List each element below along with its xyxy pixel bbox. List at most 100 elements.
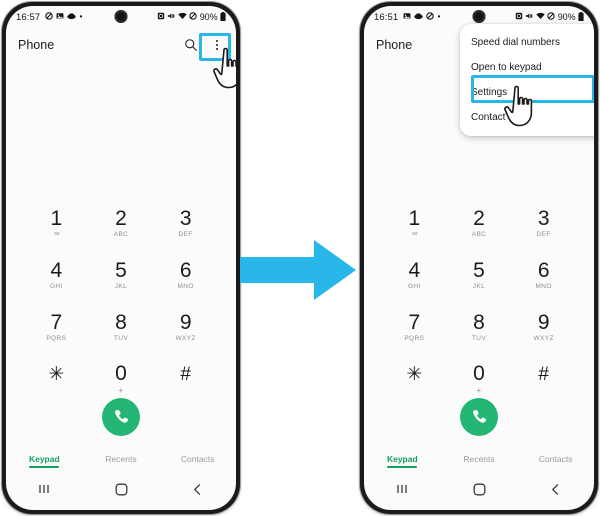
dot-icon [79, 12, 83, 22]
dialpad-key-number: 7 [408, 310, 421, 334]
back-nav-icon[interactable] [159, 483, 236, 496]
dialpad-key-6[interactable]: 6 MNO [511, 254, 576, 296]
dialpad-key-letters: ABC [471, 230, 487, 238]
dialpad-key-9[interactable]: 9 WXYZ [153, 306, 218, 348]
dialpad-key-star[interactable]: ✳ [382, 358, 447, 400]
dialpad-key-number: 7 [50, 310, 63, 334]
dialpad-key-8[interactable]: 8 TUV [447, 306, 512, 348]
wifi-icon [536, 12, 545, 22]
dialpad-key-letters: PQRS [404, 334, 425, 342]
status-time: 16:51 [374, 11, 399, 23]
dialpad-key-number: # [180, 363, 191, 385]
dialpad-key-letters: MNO [177, 282, 194, 290]
alarm-icon [515, 12, 523, 22]
page-title: Phone [18, 38, 55, 52]
dialpad-key-number: 5 [115, 258, 127, 282]
phone-left: 16:57 90% Phone 1 ∞ 2 ABC 3 DEF 4 GHI 5 … [2, 2, 240, 514]
dialpad-key-5[interactable]: 5 JKL [447, 254, 512, 296]
menu-item-speed-dial-numbers[interactable]: Speed dial numbers [460, 30, 594, 55]
front-camera-punch-hole [114, 10, 128, 23]
tab-recents[interactable]: Recents [441, 454, 518, 468]
recents-nav-icon[interactable] [364, 483, 441, 495]
cloud-icon [414, 12, 423, 22]
dialpad-key-8[interactable]: 8 TUV [89, 306, 154, 348]
dialpad: 1 ∞ 2 ABC 3 DEF 4 GHI 5 JKL 6 MNO 7 PQRS 8 TUV 9… [6, 202, 236, 400]
dialpad-key-4[interactable]: 4 GHI [24, 254, 89, 296]
dialpad-key-9[interactable]: 9 WXYZ [511, 306, 576, 348]
alarm-icon [157, 12, 165, 22]
phone-right-screen: 16:51 90% Phone Speed dial numbers Open … [364, 6, 594, 510]
dialpad-key-3[interactable]: 3 DEF [153, 202, 218, 244]
dialpad-key-letters: MNO [535, 282, 552, 290]
phone-handset-icon [115, 410, 129, 423]
phone-right: 16:51 90% Phone Speed dial numbers Open … [360, 2, 598, 514]
comparison-stage: 16:57 90% Phone 1 ∞ 2 ABC 3 DEF 4 GHI 5 … [0, 0, 600, 516]
dialpad-key-number: 4 [408, 258, 421, 282]
home-nav-icon[interactable] [83, 483, 160, 496]
dialpad-key-plus: + [118, 386, 124, 395]
dialpad-key-letters: WXYZ [175, 334, 196, 342]
dialpad-key-hash[interactable]: # [153, 358, 218, 400]
dnd-icon [426, 12, 435, 22]
voicemail-icon: ∞ [53, 229, 60, 238]
battery-icon [578, 11, 584, 23]
tab-contacts[interactable]: Contacts [159, 454, 236, 468]
dialpad-key-number: 4 [50, 258, 63, 282]
image-icon [56, 12, 64, 22]
dialpad-key-7[interactable]: 7 PQRS [24, 306, 89, 348]
phone-left-screen: 16:57 90% Phone 1 ∞ 2 ABC 3 DEF 4 GHI 5 … [6, 6, 236, 510]
search-icon[interactable] [184, 38, 198, 52]
page-title: Phone [376, 38, 413, 52]
dialpad-key-star[interactable]: ✳ [24, 358, 89, 400]
bottom-tabs: Keypad Recents Contacts [364, 454, 594, 468]
dialpad-key-number: 1 [408, 207, 421, 230]
dialpad-key-1[interactable]: 1 ∞ [382, 202, 447, 244]
system-nav-bar [6, 476, 236, 502]
dialpad-key-number: 8 [473, 310, 485, 334]
status-bar: 16:57 90% [6, 6, 236, 28]
dialpad-key-letters: JKL [114, 282, 128, 290]
dialpad-key-1[interactable]: 1 ∞ [24, 202, 89, 244]
dialpad-key-3[interactable]: 3 DEF [511, 202, 576, 244]
tab-recents[interactable]: Recents [83, 454, 160, 468]
call-button[interactable] [460, 398, 498, 436]
dialpad-key-number: # [538, 363, 549, 385]
dialpad-key-2[interactable]: 2 ABC [89, 202, 154, 244]
dialpad-key-letters: TUV [471, 334, 487, 342]
dialpad-key-hash[interactable]: # [511, 358, 576, 400]
dialpad-key-number: 2 [473, 206, 485, 230]
recents-nav-icon[interactable] [6, 483, 83, 495]
hand-cursor-icon [502, 84, 546, 130]
mute-icon [525, 12, 534, 22]
dialpad-key-4[interactable]: 4 GHI [382, 254, 447, 296]
dialpad-key-number: 8 [115, 310, 127, 334]
dialpad-key-letters: WXYZ [533, 334, 554, 342]
tab-keypad[interactable]: Keypad [364, 454, 441, 468]
system-nav-bar [364, 476, 594, 502]
dialpad: 1 ∞ 2 ABC 3 DEF 4 GHI 5 JKL 6 MNO 7 PQRS 8 TUV 9… [364, 202, 594, 400]
dnd-icon [45, 12, 54, 22]
dialpad-key-number: 9 [179, 310, 192, 334]
dialpad-key-6[interactable]: 6 MNO [153, 254, 218, 296]
dialpad-key-0[interactable]: 0 + [447, 358, 512, 400]
dialpad-key-2[interactable]: 2 ABC [447, 202, 512, 244]
image-icon [403, 12, 411, 22]
dialpad-key-number: 2 [115, 206, 127, 230]
battery-percent: 90% [199, 11, 218, 22]
call-button[interactable] [102, 398, 140, 436]
mute-icon [167, 12, 176, 22]
tab-contacts[interactable]: Contacts [517, 454, 594, 468]
voicemail-icon: ∞ [411, 229, 418, 238]
back-nav-icon[interactable] [517, 483, 594, 496]
menu-item-open-to-keypad[interactable]: Open to keypad [460, 55, 594, 80]
battery-icon [220, 11, 226, 23]
dialpad-key-letters: TUV [113, 334, 129, 342]
more-dot [216, 40, 218, 42]
wifi-icon [178, 12, 187, 22]
dialpad-key-5[interactable]: 5 JKL [89, 254, 154, 296]
home-nav-icon[interactable] [441, 483, 518, 496]
dialpad-key-number: ✳ [48, 363, 65, 385]
dialpad-key-0[interactable]: 0 + [89, 358, 154, 400]
dialpad-key-7[interactable]: 7 PQRS [382, 306, 447, 348]
tab-keypad[interactable]: Keypad [6, 454, 83, 468]
